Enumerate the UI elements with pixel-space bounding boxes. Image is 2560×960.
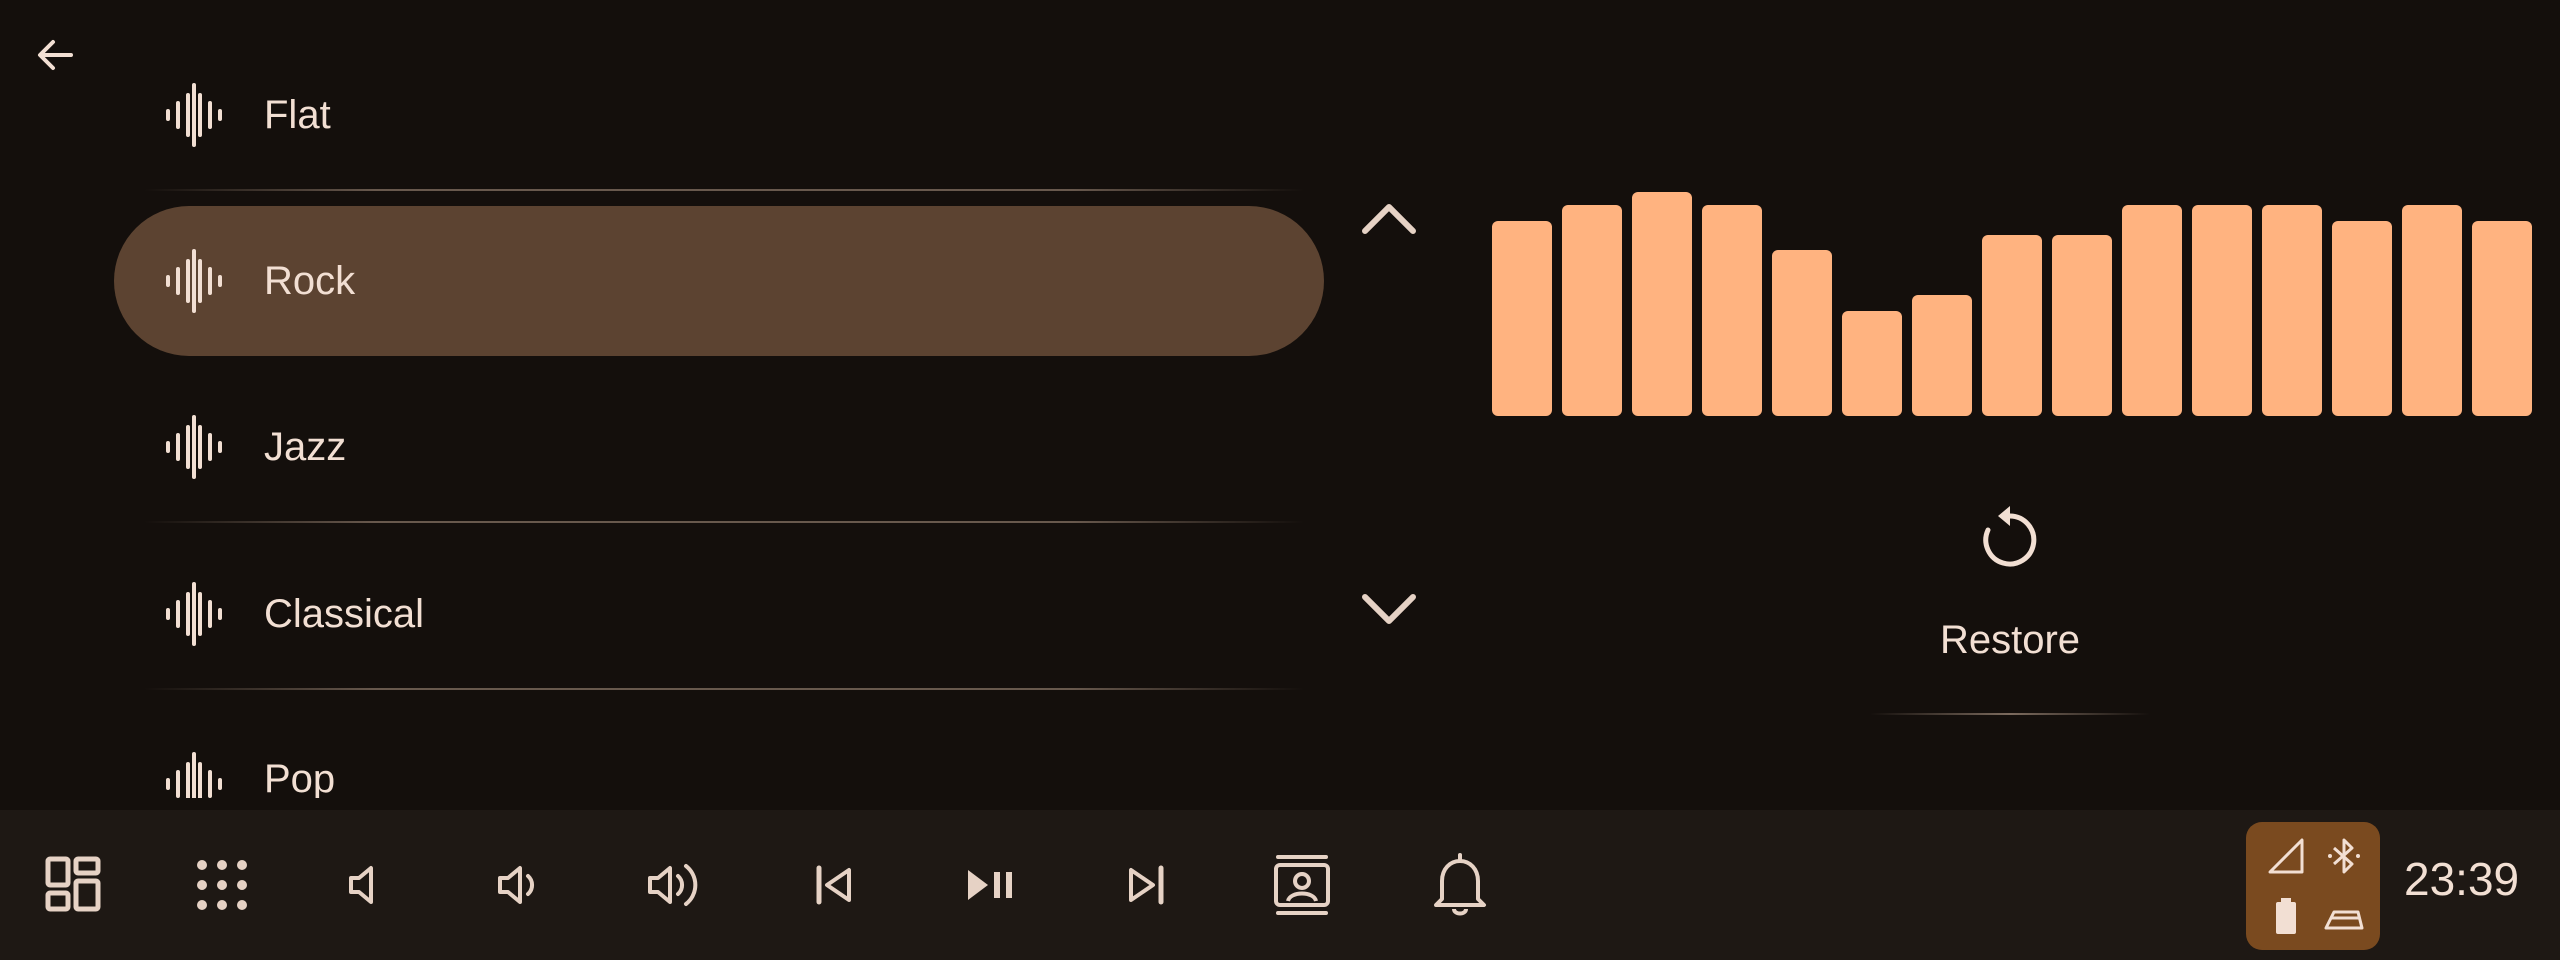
back-button[interactable] bbox=[26, 26, 84, 84]
driver-profile-button[interactable] bbox=[1262, 845, 1342, 925]
arrow-left-icon bbox=[33, 33, 77, 77]
scroll-down-button[interactable] bbox=[1355, 575, 1423, 643]
equalizer-graph bbox=[1492, 180, 2532, 416]
play-pause-button[interactable] bbox=[950, 845, 1030, 925]
restore-icon bbox=[1970, 500, 2050, 580]
driver-profile-icon bbox=[1270, 853, 1334, 917]
preset-item-rock[interactable]: Rock bbox=[114, 206, 1324, 356]
divider bbox=[144, 688, 1304, 690]
volume-mute-button[interactable] bbox=[326, 845, 406, 925]
chevron-down-icon bbox=[1361, 591, 1417, 627]
restore-button[interactable]: Restore bbox=[1860, 500, 2160, 680]
waveform-icon bbox=[162, 415, 226, 479]
preset-label: Classical bbox=[264, 591, 425, 636]
skip-next-button[interactable] bbox=[1106, 845, 1186, 925]
preset-label: Flat bbox=[264, 92, 331, 137]
notification-bell-icon bbox=[1432, 853, 1488, 917]
notifications-button[interactable] bbox=[1420, 845, 1500, 925]
equalizer-bar[interactable] bbox=[2262, 205, 2322, 416]
app-grid-icon bbox=[194, 857, 250, 913]
bluetooth-icon bbox=[2322, 834, 2366, 878]
equalizer-bar[interactable] bbox=[1632, 192, 1692, 416]
preset-label: Pop bbox=[264, 757, 336, 798]
preset-item-classical[interactable]: Classical bbox=[114, 539, 1324, 689]
equalizer-bar[interactable] bbox=[2332, 221, 2392, 416]
scroll-up-button[interactable] bbox=[1355, 185, 1423, 253]
equalizer-bar[interactable] bbox=[2192, 205, 2252, 416]
battery-icon bbox=[2264, 894, 2308, 938]
clock: 23:39 bbox=[2404, 853, 2520, 905]
equalizer-bar[interactable] bbox=[2402, 205, 2462, 416]
chevron-up-icon bbox=[1361, 201, 1417, 237]
preset-item-pop[interactable]: Pop bbox=[114, 702, 1324, 798]
app-grid-button[interactable] bbox=[182, 845, 262, 925]
volume-mute-icon bbox=[341, 860, 391, 910]
waveform-icon bbox=[162, 249, 226, 313]
preset-list[interactable]: Flat Rock Jazz Classical Pop bbox=[114, 0, 1324, 800]
equalizer-bar[interactable] bbox=[1772, 250, 1832, 416]
equalizer-bar[interactable] bbox=[1492, 221, 1552, 416]
volume-up-button[interactable] bbox=[636, 845, 716, 925]
car-icon bbox=[2322, 894, 2366, 938]
preset-item-flat[interactable]: Flat bbox=[114, 40, 1324, 190]
restore-label: Restore bbox=[1939, 618, 2081, 662]
equalizer-bar[interactable] bbox=[1842, 311, 1902, 416]
skip-next-icon bbox=[1121, 860, 1171, 910]
equalizer-bar[interactable] bbox=[1702, 205, 1762, 416]
waveform-icon bbox=[162, 83, 226, 147]
preset-label: Rock bbox=[264, 258, 356, 303]
equalizer-bar[interactable] bbox=[2122, 205, 2182, 416]
equalizer-bar[interactable] bbox=[2052, 235, 2112, 416]
waveform-icon bbox=[162, 752, 226, 798]
divider bbox=[1870, 713, 2150, 715]
volume-up-icon bbox=[644, 860, 708, 910]
dashboard-button[interactable] bbox=[34, 845, 114, 925]
status-panel[interactable] bbox=[2246, 822, 2380, 950]
skip-previous-button[interactable] bbox=[794, 845, 874, 925]
waveform-icon bbox=[162, 582, 226, 646]
play-pause-icon bbox=[962, 860, 1018, 910]
volume-down-icon bbox=[492, 860, 548, 910]
equalizer-bar[interactable] bbox=[2472, 221, 2532, 416]
system-nav-bar bbox=[0, 810, 2560, 960]
divider bbox=[144, 521, 1304, 523]
volume-down-button[interactable] bbox=[480, 845, 560, 925]
equalizer-bar[interactable] bbox=[1562, 205, 1622, 416]
divider bbox=[144, 189, 1304, 191]
equalizer-bar[interactable] bbox=[1912, 295, 1972, 416]
preset-label: Jazz bbox=[264, 424, 347, 469]
dashboard-icon bbox=[44, 855, 104, 915]
preset-item-jazz[interactable]: Jazz bbox=[114, 372, 1324, 522]
signal-icon bbox=[2264, 834, 2308, 878]
equalizer-bar[interactable] bbox=[1982, 235, 2042, 416]
skip-previous-icon bbox=[809, 860, 859, 910]
